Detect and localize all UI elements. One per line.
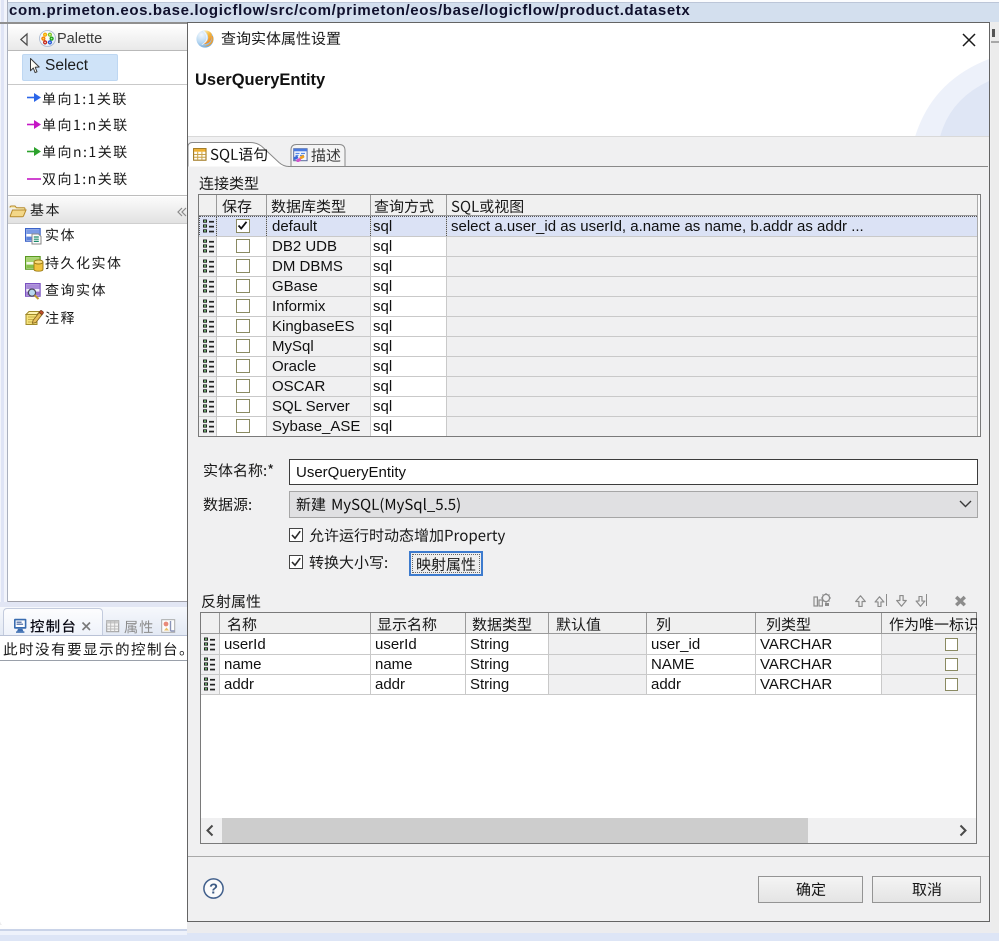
svg-text:?: ? [209,882,218,898]
